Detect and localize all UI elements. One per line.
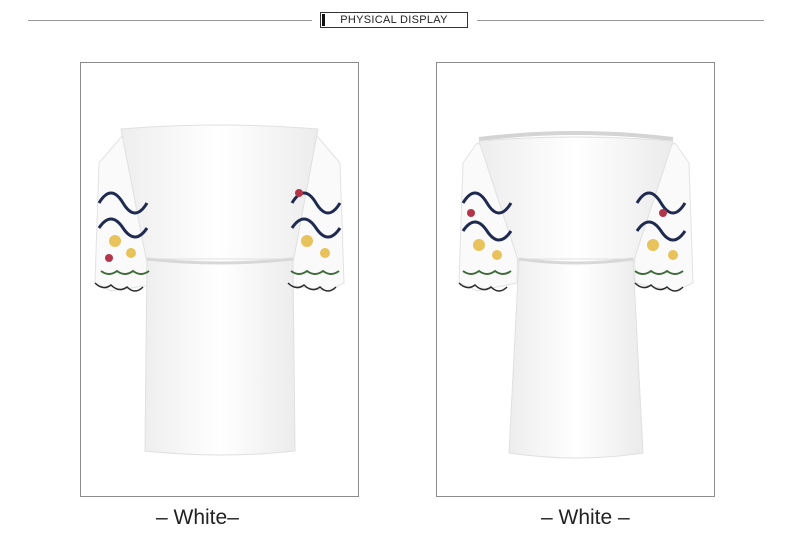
section-title: PHYSICAL DISPLAY [320, 12, 468, 28]
header-divider-left [28, 20, 312, 21]
product-image-frame [436, 62, 715, 497]
dress-image [94, 124, 345, 456]
dress-image [458, 131, 694, 459]
color-caption: – White– [156, 506, 239, 529]
header-divider-right [477, 20, 764, 21]
product-image-frame [80, 62, 359, 497]
color-caption: – White – [541, 506, 630, 529]
